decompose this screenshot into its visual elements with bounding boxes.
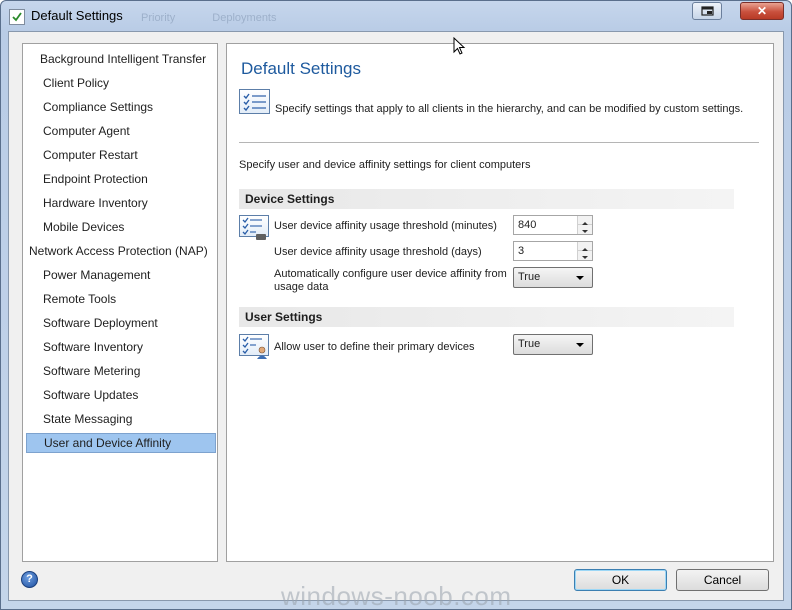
stepper-up-button[interactable] (578, 242, 592, 251)
help-icon[interactable]: ? (21, 571, 38, 588)
title-bar[interactable]: Default Settings Priority Deployments ✕ (1, 1, 791, 33)
page-title: Default Settings (241, 59, 362, 78)
threshold-days-label: User device affinity usage threshold (da… (274, 246, 482, 258)
stepper-up-button[interactable] (578, 216, 592, 225)
auto-configure-label-line1: Automatically configure user device affi… (274, 268, 507, 280)
nav-item-software-updates[interactable]: Software Updates (43, 385, 233, 405)
auto-configure-dropdown[interactable]: True (513, 267, 593, 288)
cancel-button[interactable]: Cancel (676, 569, 769, 591)
window-title: Default Settings (31, 8, 123, 23)
stepper-down-button[interactable] (578, 225, 592, 234)
nav-item-remote-tools[interactable]: Remote Tools (43, 289, 233, 309)
ghost-tab: Deployments (212, 12, 277, 24)
threshold-days-stepper[interactable]: 3 (513, 241, 593, 261)
chevron-down-icon (576, 343, 584, 347)
watermark: windows-noob.com (281, 581, 512, 610)
restore-button[interactable] (692, 2, 722, 20)
user-icon (257, 346, 267, 359)
nav-item-client-policy[interactable]: Client Policy (43, 73, 233, 93)
user-settings-icon (239, 334, 269, 359)
allow-primary-devices-label: Allow user to define their primary devic… (274, 341, 475, 353)
settings-content-panel: Default Settings Specify settings that a… (226, 43, 774, 562)
nav-item-endpoint-protection[interactable]: Endpoint Protection (43, 169, 233, 189)
allow-primary-devices-dropdown[interactable]: True (513, 334, 593, 355)
section-intro: Specify user and device affinity setting… (239, 159, 531, 171)
restore-icon (701, 6, 714, 16)
chevron-down-icon (582, 256, 588, 259)
close-button[interactable]: ✕ (740, 2, 784, 20)
nav-item-software-inventory[interactable]: Software Inventory (43, 337, 233, 357)
device-settings-icon (239, 215, 269, 240)
auto-configure-label-line2: usage data (274, 281, 329, 293)
page-description: Specify settings that apply to all clien… (275, 103, 744, 115)
stepper-arrows (577, 242, 592, 260)
help-glyph: ? (26, 573, 33, 585)
nav-item-compliance-settings[interactable]: Compliance Settings (43, 97, 233, 117)
user-settings-title: User Settings (245, 310, 323, 324)
device-settings-title: Device Settings (245, 192, 335, 206)
nav-item-hardware-inventory[interactable]: Hardware Inventory (43, 193, 233, 213)
stepper-down-button[interactable] (578, 251, 592, 260)
threshold-minutes-value[interactable]: 840 (518, 219, 536, 231)
nav-item-power-management[interactable]: Power Management (43, 265, 233, 285)
user-settings-header: User Settings (239, 307, 734, 327)
nav-item-software-metering[interactable]: Software Metering (43, 361, 233, 381)
auto-configure-value: True (518, 271, 541, 283)
nav-item-network-access-protection[interactable]: Network Access Protection (NAP) (29, 241, 219, 261)
close-icon: ✕ (756, 4, 768, 18)
header-divider (239, 142, 759, 143)
nav-item-state-messaging[interactable]: State Messaging (43, 409, 233, 429)
allow-primary-devices-value: True (518, 338, 541, 350)
threshold-days-value[interactable]: 3 (518, 245, 524, 257)
device-stand-icon (256, 234, 266, 240)
mouse-cursor-icon (453, 37, 466, 55)
nav-item-computer-restart[interactable]: Computer Restart (43, 145, 233, 165)
settings-checklist-icon (9, 9, 25, 25)
auto-configure-label: Automatically configure user device affi… (274, 268, 507, 294)
stepper-arrows (577, 216, 592, 234)
nav-item-computer-agent[interactable]: Computer Agent (43, 121, 233, 141)
background-tabs: Priority Deployments (141, 12, 311, 24)
nav-item-mobile-devices[interactable]: Mobile Devices (43, 217, 233, 237)
dialog-client-area: Background Intelligent Transfer Client P… (8, 31, 784, 601)
dialog-window: Default Settings Priority Deployments ✕ … (0, 0, 792, 610)
chevron-down-icon (576, 276, 584, 280)
nav-item-background-intelligent-transfer[interactable]: Background Intelligent Transfer (40, 49, 230, 69)
ghost-tab: Priority (141, 12, 176, 24)
nav-item-software-deployment[interactable]: Software Deployment (43, 313, 233, 333)
settings-checklist-icon (239, 89, 270, 114)
device-settings-header: Device Settings (239, 189, 734, 209)
ok-button[interactable]: OK (574, 569, 667, 591)
threshold-minutes-label: User device affinity usage threshold (mi… (274, 220, 497, 232)
threshold-minutes-stepper[interactable]: 840 (513, 215, 593, 235)
chevron-down-icon (582, 230, 588, 233)
settings-nav-list: Background Intelligent Transfer Client P… (22, 43, 218, 562)
nav-item-user-and-device-affinity[interactable]: User and Device Affinity (26, 433, 216, 453)
